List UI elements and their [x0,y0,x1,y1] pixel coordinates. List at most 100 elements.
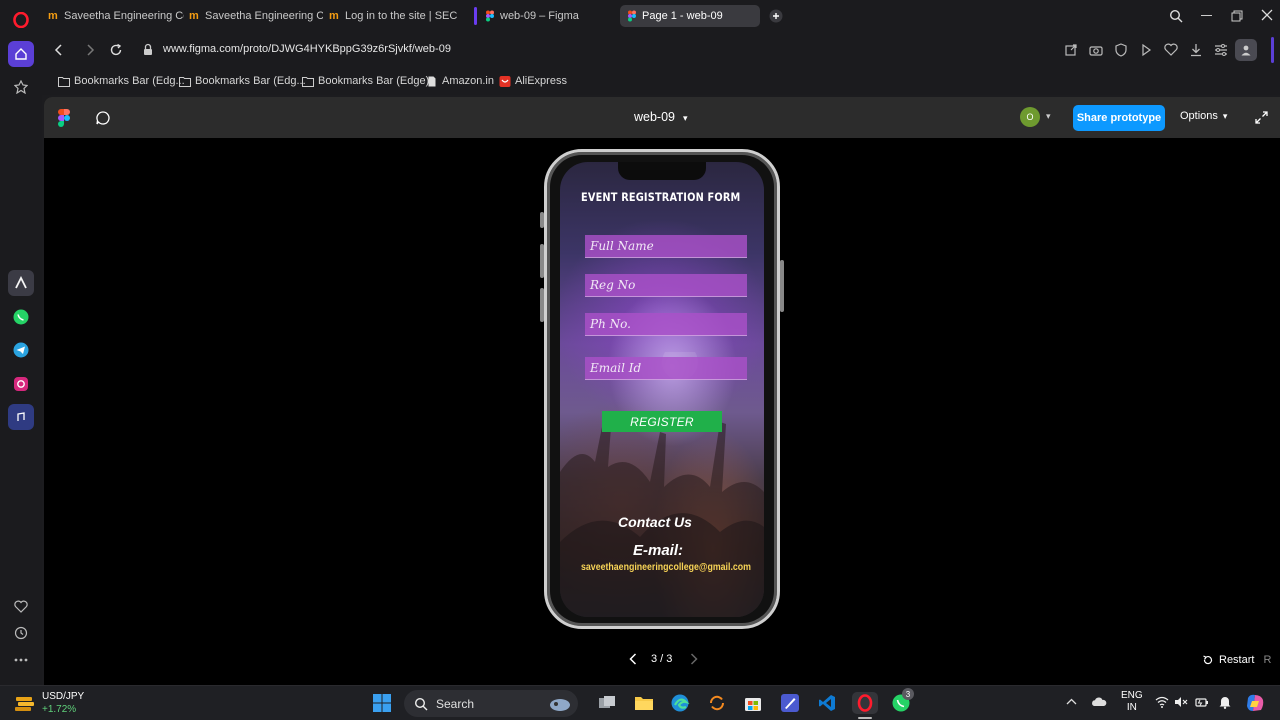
phone-side-button [540,212,544,228]
previous-frame-icon[interactable] [629,653,637,665]
forward-icon[interactable] [82,42,98,58]
chevron-down-icon: ▾ [1222,111,1228,121]
bookmark-folder-1[interactable]: Bookmarks Bar (Edg... [58,75,185,87]
my-flow-heart-icon[interactable] [1163,42,1179,58]
aria-icon[interactable] [8,270,34,296]
download-icon[interactable] [1188,42,1204,58]
minimize-icon[interactable] [1201,15,1212,16]
tab-saveetha-2[interactable]: m Saveetha Engineering Coll [189,5,323,27]
contact-us-heading: Contact Us [618,514,692,530]
restart-button[interactable]: Restart R [1202,654,1271,666]
next-frame-icon[interactable] [690,653,698,665]
camera-icon[interactable] [1088,42,1104,58]
bookmark-aliexpress[interactable]: AliExpress [499,75,567,87]
tab-sec-login[interactable]: m Log in to the site | SEC [329,5,469,27]
register-button[interactable]: REGISTER [602,411,722,432]
figma-logo-icon[interactable] [58,109,70,127]
more-options-icon[interactable] [8,647,34,673]
chevron-down-icon: ▾ [683,113,688,123]
notification-bell-icon[interactable] [1218,695,1232,709]
bookmark-amazon[interactable]: Amazon.in [426,75,494,87]
file-explorer-icon[interactable] [633,692,655,714]
player-icon[interactable] [1138,42,1154,58]
home-icon[interactable] [8,41,34,67]
tab-label: Log in to the site | SEC [345,10,458,22]
taskbar-search[interactable]: Search [404,690,578,717]
new-tab-icon[interactable] [769,9,783,23]
search-tabs-icon[interactable] [1169,9,1183,23]
figma-toolbar: web-09 ▾ O ▾ Share prototype Options ▾ [44,97,1280,138]
search-placeholder: Search [436,696,475,711]
tab-figma-prototype-active[interactable]: Page 1 - web-09 [620,5,760,27]
bookmark-label: AliExpress [515,75,567,87]
windows-taskbar: USD/JPY +1.72% Search 3 ENG IN [0,685,1280,720]
ticker-symbol: USD/JPY [42,691,85,702]
adblock-shield-icon[interactable] [1113,42,1129,58]
tab-figma-file[interactable]: web-09 – Figma [484,5,614,27]
folder-icon [179,76,191,87]
copilot-icon[interactable] [1244,692,1266,714]
comment-icon[interactable] [95,110,111,126]
saveetha-favicon-icon: m [48,10,58,22]
task-view-icon[interactable] [596,692,618,714]
figma-prototype-viewer: web-09 ▾ O ▾ Share prototype Options ▾ EVE… [44,97,1280,685]
phone-side-button [540,288,544,322]
restart-label: Restart [1219,654,1255,666]
heart-icon[interactable] [8,593,34,619]
folder-icon [58,76,70,87]
phone-side-button [780,260,784,312]
currency-widget-icon[interactable] [14,693,36,713]
pinboard-icon[interactable] [8,74,34,100]
saveetha-favicon-icon: m [329,10,339,22]
email-id-field[interactable]: Email Id [585,357,747,380]
bookmark-folder-3[interactable]: Bookmarks Bar (Edge) [302,75,429,87]
tab-saveetha-1[interactable]: m Saveetha Engineering Coll [48,5,184,27]
telegram-icon[interactable] [8,337,34,363]
currency-widget[interactable]: USD/JPY +1.72% [42,690,84,716]
onedrive-icon[interactable] [1091,697,1107,707]
chevron-up-icon[interactable] [1066,698,1077,705]
instagram-icon[interactable] [8,371,34,397]
file-title[interactable]: web-09 ▾ [634,110,688,124]
avatar[interactable]: O [1020,107,1040,127]
active-app-indicator [858,717,872,719]
whatsapp-icon[interactable] [8,304,34,330]
vscode-icon[interactable] [816,692,838,714]
history-icon[interactable] [8,620,34,646]
windows-start-icon[interactable] [371,692,393,714]
url-field[interactable]: www.figma.com/proto/DJWG4HYKBppG39z6rSjv… [163,43,451,55]
edge-icon[interactable] [669,692,691,714]
opera-taskbar-icon[interactable] [852,692,878,714]
easy-setup-icon[interactable] [1213,42,1229,58]
pen-app-icon[interactable] [779,692,801,714]
profile-icon[interactable] [1235,39,1257,61]
bookmark-folder-2[interactable]: Bookmarks Bar (Edg... [179,75,306,87]
close-window-icon[interactable] [1261,9,1273,21]
tab-label: Saveetha Engineering Coll [64,10,184,22]
bookmark-label: Bookmarks Bar (Edge) [318,75,430,87]
speaker-muted-icon[interactable] [1174,696,1188,708]
microsoft-store-icon[interactable] [742,692,764,714]
battery-icon[interactable] [1195,696,1209,708]
back-icon[interactable] [51,42,67,58]
phone-number-field[interactable]: Ph No. [585,313,747,336]
tab-label: Saveetha Engineering Coll [205,10,323,22]
lock-icon[interactable] [140,42,156,58]
full-name-field[interactable]: Full Name [585,235,747,258]
reg-no-field[interactable]: Reg No [585,274,747,297]
reload-icon[interactable] [108,42,124,58]
restore-window-icon[interactable] [1231,10,1243,22]
file-title-text: web-09 [634,110,675,124]
fullscreen-icon[interactable] [1255,111,1268,124]
wifi-icon[interactable] [1155,696,1169,708]
opera-logo-icon[interactable] [8,7,34,33]
share-prototype-button[interactable]: Share prototype [1073,105,1165,131]
phone-number-placeholder: Ph No. [590,317,631,331]
music-player-icon[interactable] [8,404,34,430]
sync-app-icon[interactable] [706,692,728,714]
chevron-down-icon[interactable]: ▾ [1046,111,1051,122]
options-button[interactable]: Options ▾ [1180,110,1227,122]
bookmarks-bar: Bookmarks Bar (Edg... Bookmarks Bar (Edg… [42,68,1280,95]
share-page-icon[interactable] [1063,42,1079,58]
language-indicator[interactable]: ENG IN [1121,690,1143,714]
